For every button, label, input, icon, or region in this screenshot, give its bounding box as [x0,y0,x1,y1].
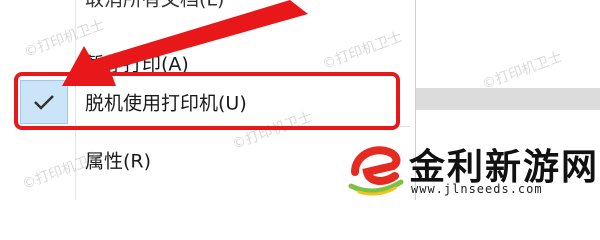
logo-url: www.jlnseeds.com [411,182,543,196]
logo-e-icon [348,146,404,196]
site-logo: 金利新游网 www.jlnseeds.com [345,136,600,200]
